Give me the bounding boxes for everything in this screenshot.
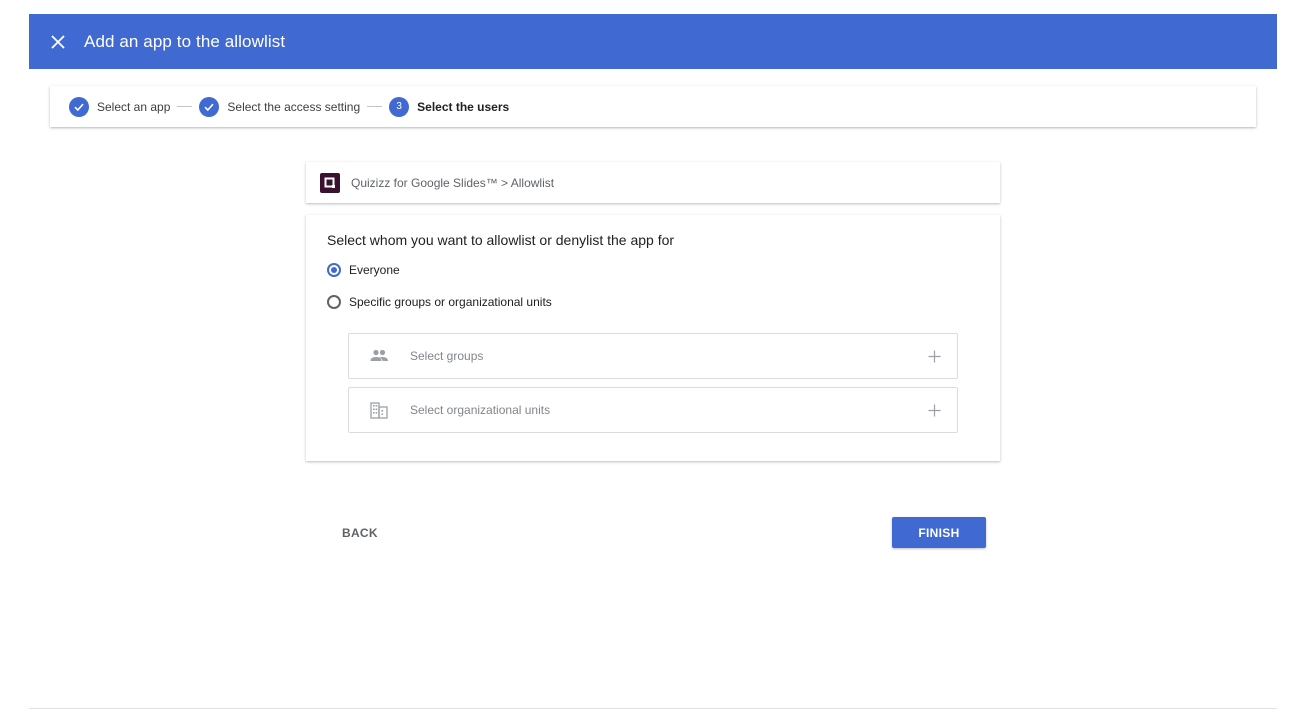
app-breadcrumb-card: Quizizz for Google Slides™ > Allowlist [306,162,1000,203]
step-access-setting[interactable]: Select the access setting [199,96,361,117]
people-icon [369,346,389,366]
audience-question: Select whom you want to allowlist or den… [327,232,675,248]
step-select-app[interactable]: Select an app [69,96,171,117]
stepper: Select an app Select the access setting … [50,86,1256,127]
radio-specific-groups[interactable]: Specific groups or organizational units [327,295,552,309]
radio-label: Everyone [349,263,400,277]
select-org-units-label: Select organizational units [410,403,551,417]
step-label: Select the access setting [227,99,361,114]
plus-icon[interactable] [927,403,941,417]
quizizz-logo [320,172,340,193]
page: Add an app to the allowlist Select an ap… [0,0,1304,714]
back-button[interactable]: BACK [330,518,390,548]
audience-card: Select whom you want to allowlist or den… [306,215,1000,461]
finish-button[interactable]: FINISH [892,517,986,548]
dialog-title: Add an app to the allowlist [84,31,286,51]
step-divider [367,106,383,107]
close-icon[interactable] [50,34,66,50]
plus-icon[interactable] [927,349,941,363]
step-label: Select the users [417,99,510,114]
app-breadcrumb: Quizizz for Google Slides™ > Allowlist [351,175,555,190]
radio-everyone[interactable]: Everyone [327,263,400,277]
radio-label: Specific groups or organizational units [349,295,552,309]
radio-button-checked[interactable] [327,263,341,277]
building-icon [369,400,389,420]
step-label: Select an app [97,99,171,114]
step-select-users: 3 Select the users [389,96,510,117]
check-icon [69,96,89,117]
radio-button-unchecked[interactable] [327,295,341,309]
step-divider [177,106,193,107]
step-number-badge: 3 [389,96,410,117]
select-groups-field[interactable]: Select groups [348,333,958,379]
select-org-units-field[interactable]: Select organizational units [348,387,958,433]
select-groups-label: Select groups [410,349,484,363]
divider [29,708,1277,709]
dialog-header: Add an app to the allowlist [29,14,1277,69]
check-icon [199,96,220,117]
